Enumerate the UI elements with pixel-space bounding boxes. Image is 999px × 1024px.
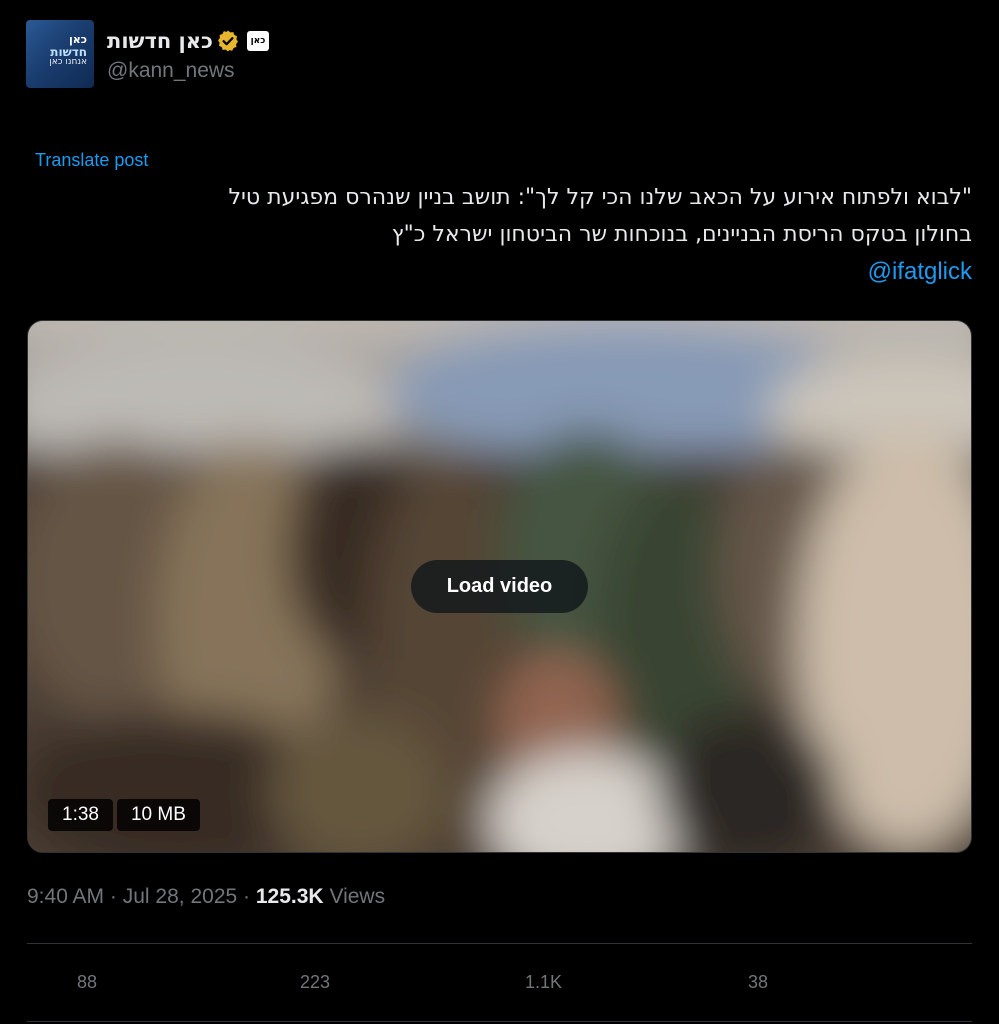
like-count[interactable]: 1.1K <box>525 972 562 993</box>
video-media[interactable]: Load video 1:38 10 MB <box>27 320 972 853</box>
divider <box>27 943 972 944</box>
views-count[interactable]: 125.3K <box>256 885 324 908</box>
action-bar: 88 223 1.1K 38 <box>27 972 972 1002</box>
views-label: Views <box>329 885 386 908</box>
post-text: "לבוא ולפתוח אירוע על הכאב שלנו הכי קל ל… <box>27 179 973 291</box>
meta-separator: · <box>243 885 251 908</box>
divider <box>27 1021 972 1022</box>
name-row: כאן חדשות כאן <box>107 25 269 57</box>
post-meta: 9:40 AM · Jul 28, 2025 · 125.3K Views <box>27 885 385 909</box>
affiliate-badge-icon[interactable]: כאן <box>246 31 269 51</box>
post-header: כאן חדשות אנחנו כאן כאן חדשות כאן @kann_… <box>26 20 269 88</box>
bookmark-count[interactable]: 38 <box>748 972 768 993</box>
repost-count[interactable]: 223 <box>300 972 330 993</box>
avatar[interactable]: כאן חדשות אנחנו כאן <box>26 20 94 88</box>
author-display-name[interactable]: כאן חדשות <box>107 29 213 53</box>
meta-separator: · <box>109 885 117 908</box>
video-size-badge: 10 MB <box>116 799 200 831</box>
avatar-logo-text: כאן חדשות אנחנו כאן <box>49 33 87 68</box>
author-identity: כאן חדשות כאן @kann_news <box>107 25 269 83</box>
media-badges: 1:38 10 MB <box>48 799 204 831</box>
post-date[interactable]: Jul 28, 2025 <box>123 885 237 908</box>
video-duration-badge: 1:38 <box>48 799 113 831</box>
verified-badge-icon[interactable] <box>216 29 240 53</box>
mention-link[interactable]: @ifatglick <box>868 258 972 285</box>
post-text-line: "לבוא ולפתוח אירוע על הכאב שלנו הכי קל ל… <box>228 185 973 210</box>
load-video-button[interactable]: Load video <box>411 560 588 613</box>
author-handle[interactable]: @kann_news <box>107 59 269 83</box>
post-text-line: בחולון בטקס הריסת הבניינים, בנוכחות שר ה… <box>391 222 972 247</box>
post-time[interactable]: 9:40 AM <box>27 885 104 908</box>
reply-count[interactable]: 88 <box>77 972 97 993</box>
translate-post-link[interactable]: Translate post <box>35 150 148 171</box>
